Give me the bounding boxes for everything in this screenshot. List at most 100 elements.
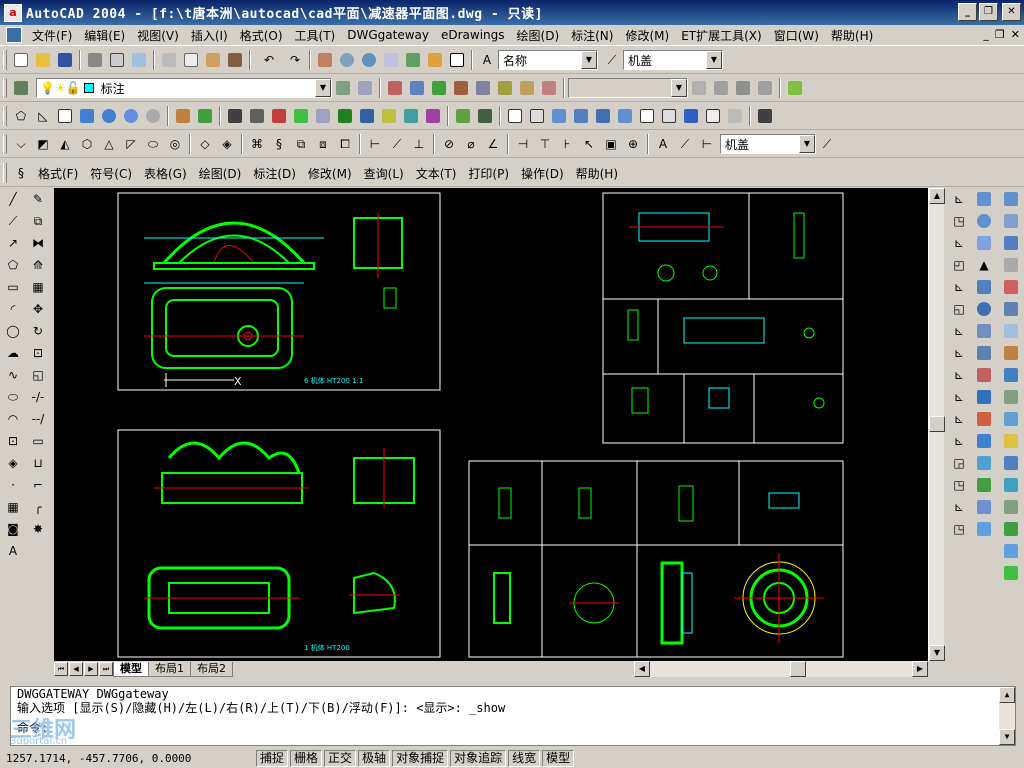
ucs-tool2-icon[interactable]: ◳ bbox=[949, 519, 969, 539]
3d-box-icon[interactable] bbox=[974, 189, 994, 209]
tab-first-button[interactable]: ⏮ bbox=[54, 662, 68, 676]
box-shaded-icon[interactable] bbox=[77, 106, 97, 126]
ucs-view-icon[interactable]: ◱ bbox=[949, 299, 969, 319]
help-icon[interactable] bbox=[447, 50, 467, 70]
rectangle-icon[interactable]: ▭ bbox=[3, 277, 23, 297]
tab-prev-button[interactable]: ◀ bbox=[69, 662, 83, 676]
menu-item-12[interactable]: 窗口(W) bbox=[768, 27, 825, 44]
layout-tab-2[interactable]: 布局2 bbox=[190, 661, 233, 677]
publish-icon[interactable] bbox=[129, 50, 149, 70]
ordinate-dim-icon[interactable]: ⊥ bbox=[409, 134, 429, 154]
offset-icon[interactable]: ⟰ bbox=[28, 255, 48, 275]
menu-item-1[interactable]: 编辑(E) bbox=[78, 27, 131, 44]
spline-icon[interactable]: ∿ bbox=[3, 365, 23, 385]
ellipse-icon[interactable]: ⬭ bbox=[3, 387, 23, 407]
3d-setup-icon[interactable] bbox=[974, 431, 994, 451]
command-window[interactable]: DWGGATEWAY DWGgateway 输入选项 [显示(S)/隐藏(H)/… bbox=[10, 686, 1016, 746]
tab-last-button[interactable]: ⏭ bbox=[99, 662, 113, 676]
view-iso2-icon[interactable] bbox=[659, 106, 679, 126]
torus2-icon[interactable]: ◎ bbox=[165, 134, 185, 154]
3d-section-icon[interactable] bbox=[974, 387, 994, 407]
view-tool2-icon[interactable] bbox=[711, 78, 731, 98]
status-toggle-6[interactable]: 线宽 bbox=[508, 749, 541, 767]
view-iso3-icon[interactable] bbox=[681, 106, 701, 126]
pan-icon[interactable] bbox=[315, 50, 335, 70]
express-menu-item-0[interactable]: 格式(F) bbox=[32, 165, 84, 182]
tab-next-button[interactable]: ▶ bbox=[84, 662, 98, 676]
view-right-icon[interactable] bbox=[571, 106, 591, 126]
scroll-up-button[interactable]: ▲ bbox=[929, 188, 945, 204]
layout-tab-0[interactable]: 模型 bbox=[113, 661, 149, 677]
torus-icon[interactable] bbox=[143, 106, 163, 126]
ucs-named-icon[interactable]: ◳ bbox=[949, 475, 969, 495]
status-toggle-2[interactable]: 正交 bbox=[324, 749, 357, 767]
dim-edit-icon[interactable]: A bbox=[653, 134, 673, 154]
render-tool8-icon[interactable] bbox=[335, 106, 355, 126]
se-tool5-icon[interactable] bbox=[1001, 277, 1021, 297]
ucs-object-icon[interactable]: ⊾ bbox=[949, 277, 969, 297]
drawing-canvas[interactable]: 6 机体 HT200 1:1 X 1 机体 HT200 bbox=[54, 188, 928, 661]
line-icon[interactable]: ╱ bbox=[3, 189, 23, 209]
express-menu-item-5[interactable]: 修改(M) bbox=[302, 165, 358, 182]
express-menu-item-6[interactable]: 查询(L) bbox=[358, 165, 410, 182]
se-tool8-icon[interactable] bbox=[1001, 343, 1021, 363]
tool-palette-icon[interactable] bbox=[425, 50, 445, 70]
se-tool10-icon[interactable] bbox=[1001, 387, 1021, 407]
layer-tool7-icon[interactable] bbox=[517, 78, 537, 98]
menu-item-13[interactable]: 帮助(H) bbox=[825, 27, 879, 44]
view-top-icon[interactable] bbox=[527, 106, 547, 126]
union-icon[interactable]: ◇ bbox=[195, 134, 215, 154]
status-toggle-5[interactable]: 对象追踪 bbox=[450, 749, 507, 767]
se-tool16-icon[interactable] bbox=[1001, 519, 1021, 539]
layer-tool1-icon[interactable] bbox=[385, 78, 405, 98]
cmd-scroll-down[interactable]: ▼ bbox=[999, 729, 1015, 745]
aligned-dim-icon[interactable]: ⟋ bbox=[387, 134, 407, 154]
horizontal-scrollbar[interactable]: ◀ ▶ bbox=[634, 661, 928, 677]
move-icon[interactable]: ✥ bbox=[28, 299, 48, 319]
explode-icon[interactable]: ✸ bbox=[28, 519, 48, 539]
render-tool9-icon[interactable] bbox=[357, 106, 377, 126]
layer-tool2-icon[interactable] bbox=[407, 78, 427, 98]
menu-item-10[interactable]: 修改(M) bbox=[619, 27, 675, 44]
3d-extrude-icon[interactable] bbox=[974, 321, 994, 341]
render-tool4-icon[interactable] bbox=[247, 106, 267, 126]
command-prompt[interactable]: 命令: bbox=[17, 721, 1015, 735]
make-current-icon[interactable] bbox=[333, 78, 353, 98]
fillet-icon[interactable]: ╭ bbox=[28, 497, 48, 517]
box-icon[interactable] bbox=[55, 106, 75, 126]
make-block-icon[interactable]: ◈ bbox=[3, 453, 23, 473]
se-tool3-icon[interactable] bbox=[1001, 233, 1021, 253]
render-tool12-icon[interactable] bbox=[423, 106, 443, 126]
express-menu-item-2[interactable]: 表格(G) bbox=[138, 165, 193, 182]
status-toggle-0[interactable]: 捕捉 bbox=[256, 749, 289, 767]
layer-tool3-icon[interactable] bbox=[429, 78, 449, 98]
view-tool4-icon[interactable] bbox=[755, 78, 775, 98]
tolerance-icon[interactable]: ▣ bbox=[601, 134, 621, 154]
text-style-icon[interactable]: A bbox=[477, 50, 497, 70]
render-tool1-icon[interactable] bbox=[173, 106, 193, 126]
3d-cone-icon[interactable]: ▲ bbox=[974, 255, 994, 275]
continue-dim-icon[interactable]: ⊦ bbox=[557, 134, 577, 154]
mdi-restore-button[interactable]: ❐ bbox=[995, 28, 1005, 41]
layer-previous-icon[interactable] bbox=[355, 78, 375, 98]
render-tool11-icon[interactable] bbox=[401, 106, 421, 126]
angular-dim-icon[interactable]: ∠ bbox=[483, 134, 503, 154]
express-menu-item-3[interactable]: 绘图(D) bbox=[193, 165, 248, 182]
leader-icon[interactable]: ↖ bbox=[579, 134, 599, 154]
scroll-right-button[interactable]: ▶ bbox=[912, 661, 928, 677]
render-tool10-icon[interactable] bbox=[379, 106, 399, 126]
revision-cloud-icon[interactable]: ☁ bbox=[3, 343, 23, 363]
view-iso1-icon[interactable] bbox=[637, 106, 657, 126]
copy-icon[interactable] bbox=[181, 50, 201, 70]
tool-flag-icon[interactable] bbox=[785, 78, 805, 98]
paste-icon[interactable] bbox=[203, 50, 223, 70]
se-tool17-icon[interactable] bbox=[1001, 541, 1021, 561]
layer-manager-icon[interactable] bbox=[11, 78, 31, 98]
layer-tool6-icon[interactable] bbox=[495, 78, 515, 98]
restore-button[interactable]: ❐ bbox=[979, 3, 998, 21]
menu-item-6[interactable]: DWGgateway bbox=[341, 28, 435, 42]
3d-revolve-icon[interactable] bbox=[974, 343, 994, 363]
ucs-face-icon[interactable]: ◰ bbox=[949, 255, 969, 275]
ucs-z-icon[interactable]: ⊾ bbox=[949, 431, 969, 451]
menu-item-11[interactable]: ET扩展工具(X) bbox=[675, 27, 768, 44]
